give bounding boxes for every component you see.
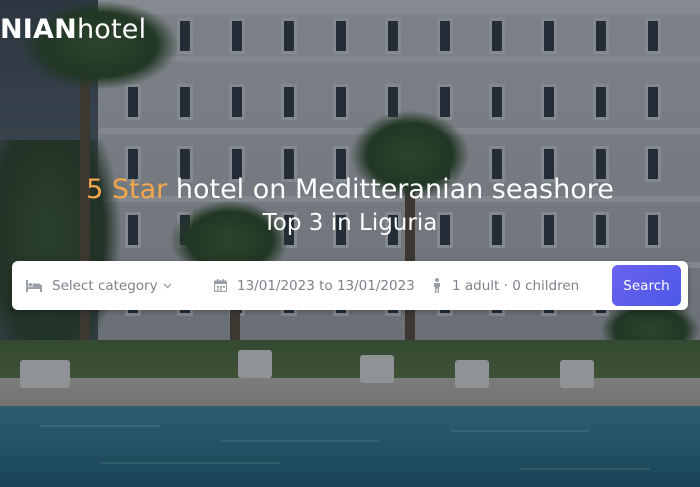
booking-search-bar: Select category 13/01/2023 to 13/01/2023 — [12, 261, 688, 310]
date-range-field[interactable]: 13/01/2023 to 13/01/2023 — [214, 261, 415, 310]
category-select[interactable]: Select category — [26, 261, 172, 310]
hero-title: 5 Star hotel on Meditteranian seashore — [0, 174, 700, 205]
brand-logo[interactable]: NIANhotel — [0, 14, 146, 45]
hero-subtitle: Top 3 in Liguria — [262, 210, 438, 236]
calendar-icon — [214, 279, 227, 292]
guests-field[interactable]: 1 adult · 0 children — [432, 261, 579, 310]
brand-logo-bold: NIAN — [0, 14, 77, 45]
chevron-down-icon — [163, 283, 172, 289]
date-range-value: 13/01/2023 to 13/01/2023 — [237, 277, 415, 294]
hero-title-rest: hotel on Meditteranian seashore — [167, 174, 614, 205]
guests-value: 1 adult · 0 children — [452, 277, 580, 294]
hero-title-accent: 5 Star — [86, 174, 168, 205]
category-select-label: Select category — [52, 277, 158, 294]
hotel-background-photo — [0, 0, 700, 487]
brand-logo-light: hotel — [76, 14, 147, 45]
bed-icon — [26, 279, 42, 292]
person-icon — [432, 278, 442, 293]
search-button[interactable]: Search — [612, 265, 681, 306]
